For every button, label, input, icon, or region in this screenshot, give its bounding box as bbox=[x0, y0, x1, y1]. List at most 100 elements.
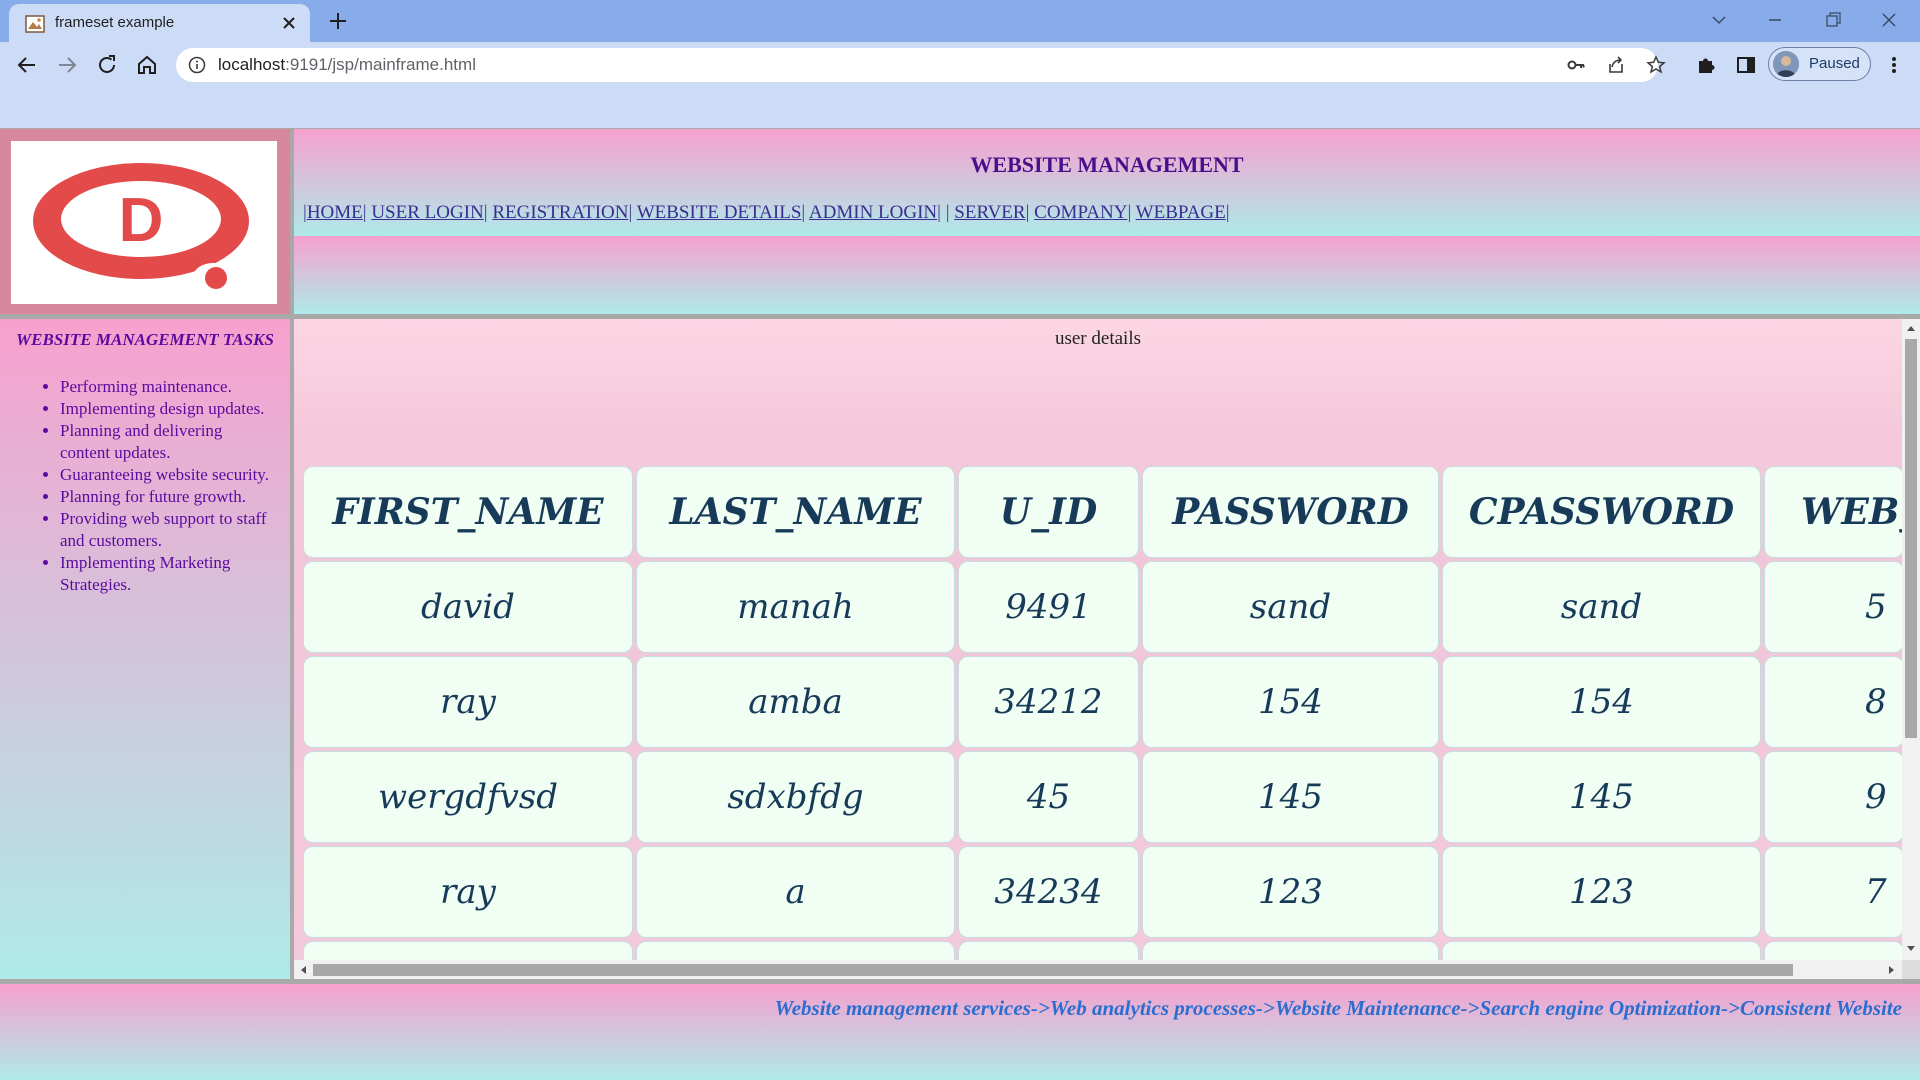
bookmark-bar bbox=[0, 88, 1920, 128]
table-cell-cpassword: 154 bbox=[1442, 656, 1761, 748]
list-item: Performing maintenance. bbox=[60, 376, 276, 398]
tab-title: frameset example bbox=[55, 14, 175, 31]
list-item: Implementing Marketing Strategies. bbox=[60, 552, 276, 596]
nav-registration[interactable]: REGISTRATION bbox=[492, 202, 628, 223]
scroll-right-icon[interactable] bbox=[1888, 965, 1896, 975]
extensions-puzzle-icon[interactable] bbox=[1692, 51, 1720, 79]
column-header-web: WEB_ bbox=[1764, 466, 1904, 558]
avatar-photo-icon bbox=[1773, 51, 1799, 77]
table-cell-last-name: amba bbox=[636, 656, 955, 748]
table-cell-u-id: 34212 bbox=[958, 656, 1139, 748]
table-cell-last-name: manah bbox=[636, 561, 955, 653]
d-logo-icon: D bbox=[33, 163, 249, 291]
back-arrow-icon[interactable] bbox=[13, 51, 41, 79]
table-cell-web: 5 bbox=[1764, 561, 1904, 653]
site-title: WEBSITE MANAGEMENT bbox=[970, 152, 1244, 177]
nav-admin-login[interactable]: ADMIN LOGIN bbox=[809, 202, 937, 223]
horizontal-scroll-thumb[interactable] bbox=[313, 964, 1793, 976]
table-cell-cpassword: 145 bbox=[1442, 751, 1761, 843]
table-cell-password: 123 bbox=[1142, 846, 1439, 938]
list-item: Providing web support to staff and custo… bbox=[60, 508, 276, 552]
table-cell-web: 7 bbox=[1764, 846, 1904, 938]
list-item: Planning and delivering content updates. bbox=[60, 420, 276, 464]
scroll-left-icon[interactable] bbox=[299, 965, 307, 975]
frameset: D WEBSITE MANAGEMENT |HOME| USER LOGIN| … bbox=[0, 128, 1920, 1080]
url-path: :9191/jsp/mainframe.html bbox=[285, 55, 476, 74]
column-header-last-name: LAST_NAME bbox=[636, 466, 955, 558]
url-text[interactable]: localhost:9191/jsp/mainframe.html bbox=[218, 55, 476, 75]
nav-user-login[interactable]: USER LOGIN bbox=[371, 202, 483, 223]
logo-frame: D bbox=[0, 129, 290, 314]
table-cell-last-name: sdxbfdg bbox=[636, 751, 955, 843]
reload-icon[interactable] bbox=[93, 51, 121, 79]
nav-company[interactable]: COMPANY bbox=[1034, 202, 1127, 223]
column-header-password: PASSWORD bbox=[1142, 466, 1439, 558]
new-tab-icon[interactable] bbox=[326, 9, 350, 33]
forward-arrow-icon[interactable] bbox=[53, 51, 81, 79]
sidebar-frame: WEBSITE MANAGEMENT TASKS Performing main… bbox=[0, 319, 290, 979]
header-frame: WEBSITE MANAGEMENT |HOME| USER LOGIN| RE… bbox=[294, 129, 1920, 314]
content-frame: user details FIRST_NAME LAST_NAME U_ID PASS… bbox=[294, 319, 1920, 979]
vertical-scroll-thumb[interactable] bbox=[1905, 339, 1917, 738]
bookmark-star-icon[interactable] bbox=[1646, 55, 1666, 75]
footer-frame: Website management services->Web analyti… bbox=[0, 984, 1920, 1080]
nav-website-details[interactable]: WEBSITE DETAILS bbox=[637, 202, 802, 223]
browser-tab[interactable]: frameset example bbox=[9, 4, 310, 42]
table-cell-web: 9 bbox=[1764, 751, 1904, 843]
nav-server[interactable]: SERVER bbox=[954, 202, 1025, 223]
table-cell-u-id: 34234 bbox=[958, 846, 1139, 938]
column-header-cpassword: CPASSWORD bbox=[1442, 466, 1761, 558]
tab-search-chevron-icon[interactable] bbox=[1704, 6, 1734, 34]
list-item: Implementing design updates. bbox=[60, 398, 276, 420]
minimize-icon[interactable] bbox=[1760, 6, 1790, 34]
table-cell-password: 154 bbox=[1142, 656, 1439, 748]
address-bar[interactable]: localhost:9191/jsp/mainframe.html bbox=[176, 48, 1666, 82]
key-icon[interactable] bbox=[1566, 55, 1586, 75]
vertical-scrollbar[interactable] bbox=[1902, 319, 1920, 960]
table-cell-first-name: ray bbox=[303, 846, 633, 938]
table-cell-u-id: 9491 bbox=[958, 561, 1139, 653]
table-cell-u-id: 45 bbox=[958, 751, 1139, 843]
site-info-icon[interactable] bbox=[188, 56, 206, 74]
table-cell-password: 145 bbox=[1142, 751, 1439, 843]
profile-button[interactable]: Paused bbox=[1768, 47, 1871, 81]
table-cell-first-name: ray bbox=[303, 656, 633, 748]
close-tab-icon[interactable] bbox=[279, 13, 299, 33]
profile-status: Paused bbox=[1809, 55, 1860, 72]
avatar bbox=[1773, 51, 1799, 77]
kebab-menu-icon[interactable] bbox=[1880, 51, 1908, 79]
table-cell-password: sand bbox=[1142, 561, 1439, 653]
logo-letter: D bbox=[119, 186, 164, 255]
share-icon[interactable] bbox=[1606, 55, 1626, 75]
table-cell-cpassword: 123 bbox=[1442, 846, 1761, 938]
table-cell-cpassword: sand bbox=[1442, 561, 1761, 653]
table-cell-first-name: wergdfvsd bbox=[303, 751, 633, 843]
nav-home[interactable]: HOME bbox=[307, 202, 363, 223]
footer-marquee: Website management services->Web analyti… bbox=[774, 996, 1902, 1020]
table-cell-last-name: a bbox=[636, 846, 955, 938]
logo: D bbox=[11, 141, 277, 304]
page-caption: user details bbox=[1054, 328, 1141, 349]
browser-toolbar: localhost:9191/jsp/mainframe.html Paused bbox=[0, 42, 1920, 88]
scroll-up-icon[interactable] bbox=[1906, 324, 1916, 332]
sidebar-title: WEBSITE MANAGEMENT TASKS bbox=[16, 330, 274, 349]
horizontal-scrollbar[interactable] bbox=[294, 960, 1902, 979]
nav-webpage[interactable]: WEBPAGE bbox=[1136, 202, 1226, 223]
scroll-down-icon[interactable] bbox=[1906, 945, 1916, 953]
browser-tabstrip: frameset example bbox=[0, 0, 1920, 42]
close-window-icon[interactable] bbox=[1874, 6, 1904, 34]
table-cell-web: 8 bbox=[1764, 656, 1904, 748]
list-item: Guaranteeing website security. bbox=[60, 464, 276, 486]
side-panel-icon[interactable] bbox=[1732, 51, 1760, 79]
home-icon[interactable] bbox=[133, 51, 161, 79]
restore-icon[interactable] bbox=[1818, 6, 1848, 34]
task-list: Performing maintenance. Implementing des… bbox=[14, 376, 276, 596]
top-nav: |HOME| USER LOGIN| REGISTRATION| WEBSITE… bbox=[303, 202, 1230, 223]
scrollbar-corner bbox=[1902, 960, 1920, 979]
list-item: Planning for future growth. bbox=[60, 486, 276, 508]
column-header-u-id: U_ID bbox=[958, 466, 1139, 558]
table-cell-first-name: david bbox=[303, 561, 633, 653]
column-header-first-name: FIRST_NAME bbox=[303, 466, 633, 558]
page-favicon-icon bbox=[25, 15, 45, 33]
header-band bbox=[294, 236, 1920, 314]
